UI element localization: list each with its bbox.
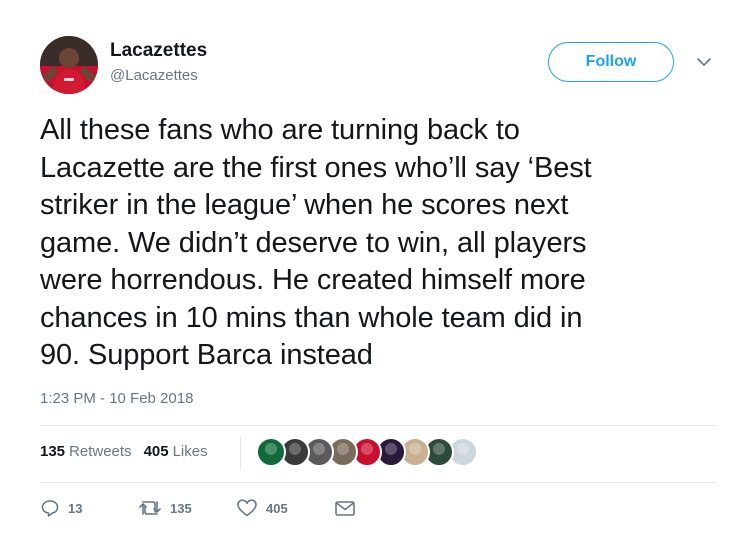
retweets-stat[interactable]: 135 Retweets [40,443,132,460]
tweet-actions: 13 135 405 [40,498,356,518]
screen-name[interactable]: @Lacazettes [110,67,198,84]
liker-avatar[interactable] [256,437,286,467]
tweet-card: Lacazettes @Lacazettes Follow All these … [0,0,750,537]
retweet-icon [138,498,162,518]
divider [40,482,716,483]
retweets-label: Retweets [69,443,132,460]
message-icon [334,498,356,518]
chevron-down-icon[interactable] [695,55,713,69]
likes-label: Likes [172,443,208,460]
retweet-button[interactable]: 135 [138,498,236,518]
tweet-stats: 135 Retweets 405 Likes [40,443,208,460]
likes-stat[interactable]: 405 Likes [144,443,208,460]
liker-avatars [256,437,478,467]
reply-icon [40,498,60,518]
like-count: 405 [266,500,288,516]
heart-icon [236,498,258,518]
reply-button[interactable]: 13 [40,498,138,518]
divider [40,425,716,426]
user-avatar[interactable] [40,36,98,94]
display-name[interactable]: Lacazettes [110,40,207,62]
retweets-count: 135 [40,443,66,460]
stats-divider [240,436,241,470]
likes-count: 405 [143,443,169,460]
like-button[interactable]: 405 [236,498,334,518]
follow-button[interactable]: Follow [548,42,674,82]
direct-message-button[interactable] [334,498,356,518]
tweet-timestamp[interactable]: 1:23 PM - 10 Feb 2018 [40,390,193,407]
tweet-text: All these fans who are turning back to L… [40,114,592,371]
reply-count: 13 [68,500,83,516]
retweet-count: 135 [170,500,192,516]
